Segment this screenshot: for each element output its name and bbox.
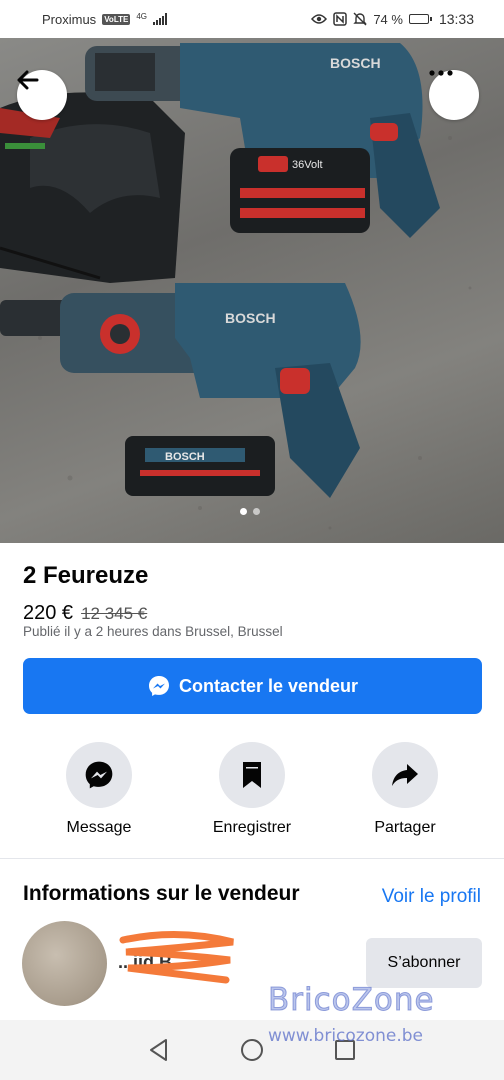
contact-seller-button[interactable]: Contacter le vendeur — [23, 658, 482, 714]
battery-percent: 74 % — [373, 11, 403, 27]
more-horizontal-icon — [429, 70, 453, 76]
charger — [0, 92, 185, 283]
status-bar: Proximus VoLTE 4G 74 % 13:33 — [0, 0, 504, 38]
listing-title: 2 Feureuze — [23, 562, 149, 589]
battery-icon — [408, 14, 432, 24]
android-navigation-bar — [0, 1020, 504, 1080]
carrier-label: Proximus — [42, 11, 97, 27]
svg-text:BOSCH: BOSCH — [225, 310, 276, 326]
messenger-icon — [148, 676, 169, 696]
section-divider — [0, 858, 504, 859]
messenger-icon — [85, 761, 113, 789]
share-action[interactable]: Partager — [335, 742, 475, 837]
nav-back-icon[interactable] — [148, 1038, 170, 1062]
status-left: Proximus VoLTE 4G — [42, 11, 168, 27]
more-options-button[interactable] — [429, 70, 479, 120]
pager-dot[interactable] — [253, 508, 260, 515]
network-type: 4G — [136, 11, 148, 21]
message-action[interactable]: Message — [29, 742, 169, 837]
save-action[interactable]: Enregistrer — [182, 742, 322, 837]
photo-pager[interactable] — [240, 508, 260, 515]
contact-seller-label: Contacter le vendeur — [178, 675, 359, 696]
svg-text:36Volt: 36Volt — [292, 159, 323, 171]
seller-avatar[interactable] — [22, 921, 107, 1006]
listing-photo[interactable]: BOSCH 36Volt BOSCH BOSCH — [0, 38, 504, 543]
status-right: 74 % 13:33 — [311, 11, 474, 27]
drill-photo-illustration: BOSCH 36Volt BOSCH BOSCH — [0, 43, 472, 530]
follow-button[interactable]: S’abonner — [366, 938, 482, 988]
save-action-circle[interactable] — [219, 742, 285, 808]
share-action-label: Partager — [374, 819, 436, 836]
volte-badge: VoLTE — [102, 13, 131, 25]
view-profile-link[interactable]: Voir le profil — [382, 886, 481, 908]
posted-info: Publié il y a 2 heures dans Brussel, Bru… — [23, 624, 283, 639]
svg-text:BOSCH: BOSCH — [330, 55, 381, 71]
original-price: 12 345 € — [81, 604, 148, 623]
message-action-label: Message — [66, 819, 132, 836]
clock: 13:33 — [438, 11, 474, 27]
redaction-scribble — [119, 930, 234, 984]
bricozone-watermark: BricoZone — [268, 982, 435, 1019]
share-icon — [392, 764, 418, 786]
svg-text:BOSCH: BOSCH — [165, 451, 205, 463]
signal-icon — [153, 13, 168, 25]
save-action-label: Enregistrer — [212, 819, 292, 836]
eye-icon — [311, 14, 328, 24]
message-action-circle[interactable] — [66, 742, 132, 808]
nfc-icon — [333, 12, 348, 26]
back-button[interactable] — [17, 70, 67, 120]
bookmark-icon — [243, 762, 261, 788]
price: 220 € — [23, 602, 74, 624]
pager-dot-active[interactable] — [240, 508, 247, 515]
drill-bottom: BOSCH BOSCH — [0, 283, 361, 498]
arrow-left-icon — [17, 70, 39, 90]
price-row: 220 € 12 345 € — [23, 602, 147, 625]
bricozone-url: www.bricozone.be — [268, 1026, 424, 1046]
share-action-circle[interactable] — [372, 742, 438, 808]
seller-section-title: Informations sur le vendeur — [23, 882, 300, 905]
mute-icon — [353, 12, 368, 26]
nav-home-icon[interactable] — [240, 1038, 264, 1062]
